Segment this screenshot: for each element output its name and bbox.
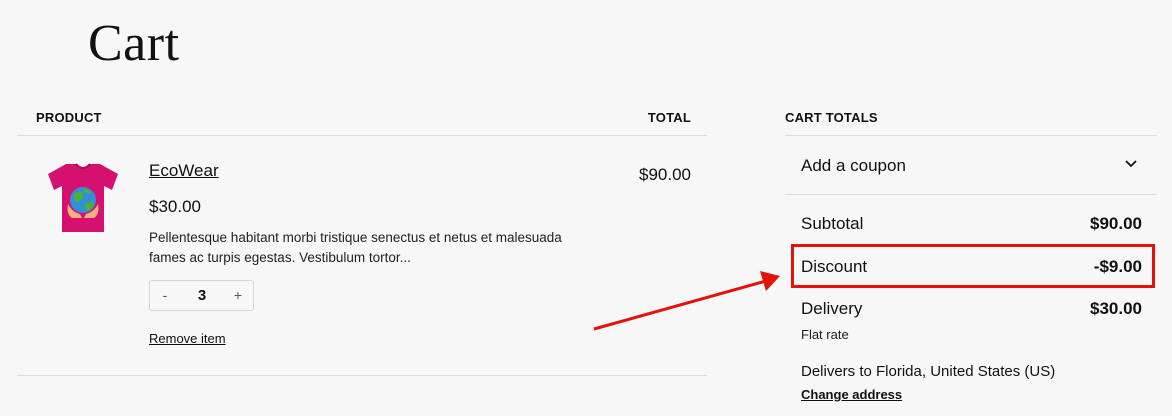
chevron-down-icon — [1125, 160, 1137, 168]
delivery-method: Flat rate — [801, 327, 849, 342]
subtotal-label: Subtotal — [801, 214, 864, 233]
product-name-link[interactable]: EcoWear — [149, 161, 219, 181]
delivery-value: $30.00 — [1090, 299, 1142, 318]
coupon-divider — [785, 194, 1157, 195]
annotation-arrow-icon — [593, 271, 780, 331]
line-total: $90.00 — [639, 165, 691, 184]
tshirt-globe-icon[interactable] — [44, 162, 122, 234]
delivers-to-text: Delivers to Florida, United States (US) — [801, 363, 1056, 380]
delivery-label: Delivery — [801, 299, 863, 318]
product-unit-price: $30.00 — [149, 197, 201, 216]
add-coupon-label: Add a coupon — [801, 156, 906, 175]
quantity-stepper[interactable]: - 3 + — [149, 280, 254, 311]
quantity-value[interactable]: 3 — [182, 281, 222, 310]
quantity-increase-button[interactable]: + — [223, 281, 253, 310]
product-description: Pellentesque habitant morbi tristique se… — [149, 230, 562, 265]
add-coupon-toggle[interactable]: Add a coupon — [785, 136, 1157, 194]
quantity-decrease-button[interactable]: - — [150, 281, 180, 310]
table-footer-divider — [17, 375, 707, 376]
discount-highlight-box — [791, 244, 1155, 288]
total-column-header: TOTAL — [647, 110, 691, 125]
table-header-divider — [17, 135, 707, 136]
subtotal-value: $90.00 — [1090, 214, 1142, 233]
product-column-header: PRODUCT — [36, 110, 102, 125]
cart-totals-heading: CART TOTALS — [785, 110, 878, 125]
change-address-link[interactable]: Change address — [801, 387, 902, 402]
remove-item-link[interactable]: Remove item — [149, 331, 226, 346]
page-title: Cart — [88, 15, 180, 72]
